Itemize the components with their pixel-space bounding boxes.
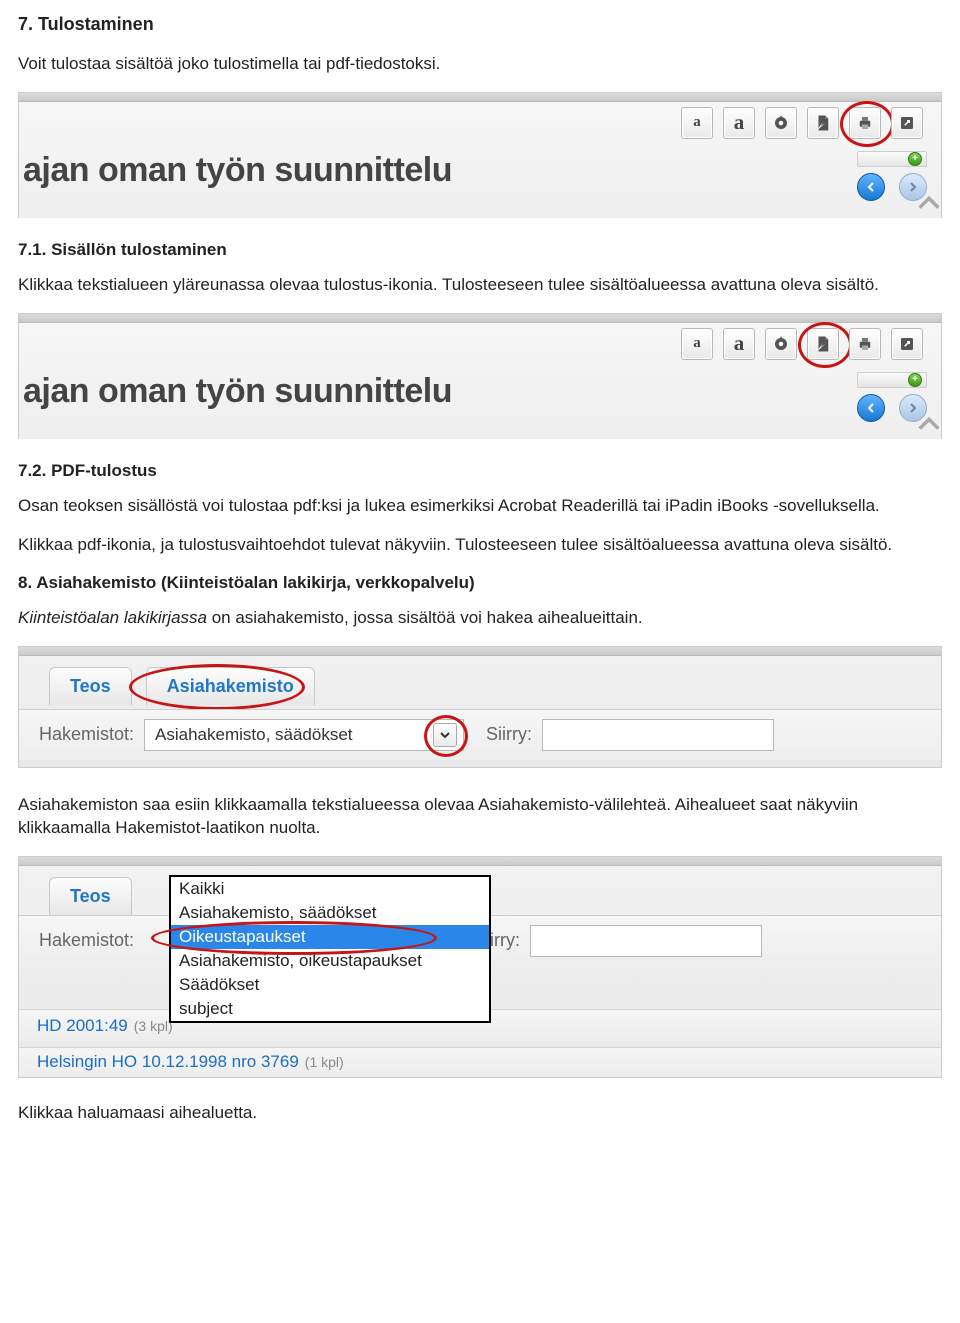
expand-icon[interactable]	[891, 328, 923, 360]
screenshot-pdf-toolbar: a a ajan oman työn suunnittelu +	[18, 313, 942, 439]
font-decrease-button[interactable]: a	[681, 107, 713, 139]
dropdown-option[interactable]: Asiahakemisto, oikeustapaukset	[171, 949, 489, 973]
heading-8: 8. Asiahakemisto (Kiinteistöalan lakikir…	[18, 573, 942, 593]
screenshot-dropdown-open: Teos Hakemistot: Siirry: Kaikki Asiahake…	[18, 856, 942, 1078]
dropdown-option[interactable]: Kaikki	[171, 877, 489, 901]
sec7-intro: Voit tulostaa sisältöä joko tulostimella…	[18, 53, 942, 76]
dropdown-option[interactable]: subject	[171, 997, 489, 1021]
pdf-icon[interactable]	[807, 328, 839, 360]
tab-teos[interactable]: Teos	[49, 667, 132, 705]
print-icon[interactable]	[849, 107, 881, 139]
tab-asiahakemisto[interactable]: Asiahakemisto	[146, 667, 315, 705]
content-heading: ajan oman työn suunnittelu	[23, 372, 452, 411]
heading-7-1: 7.1. Sisällön tulostaminen	[18, 240, 942, 260]
print-icon[interactable]	[849, 328, 881, 360]
sec71-p: Klikkaa tekstialueen yläreunassa olevaa …	[18, 274, 942, 297]
sec72-p2: Klikkaa pdf-ikonia, ja tulostusvaihtoehd…	[18, 534, 942, 557]
hakemistot-label: Hakemistot:	[39, 724, 134, 745]
sec8-p3: Klikkaa haluamaasi aihealuetta.	[18, 1102, 942, 1125]
add-icon[interactable]: +	[908, 152, 922, 166]
heading-7: 7. Tulostaminen	[18, 14, 942, 35]
sec8-p1-em: Kiinteistöalan lakikirjassa	[18, 608, 207, 627]
sec8-p1: Kiinteistöalan lakikirjassa on asiahakem…	[18, 607, 942, 630]
heading-7-2: 7.2. PDF-tulostus	[18, 461, 942, 481]
refresh-icon[interactable]	[765, 107, 797, 139]
hakemistot-label: Hakemistot:	[39, 930, 134, 951]
dropdown-option[interactable]: Säädökset	[171, 973, 489, 997]
dropdown-option-selected[interactable]: Oikeustapaukset	[171, 925, 489, 949]
font-increase-button[interactable]: a	[723, 328, 755, 360]
result-row[interactable]: Helsingin HO 10.12.1998 nro 3769(1 kpl)	[19, 1047, 941, 1076]
chevron-down-icon[interactable]	[433, 723, 457, 747]
font-decrease-button[interactable]: a	[681, 328, 713, 360]
hakemistot-value: Asiahakemisto, säädökset	[155, 725, 353, 745]
hakemistot-select[interactable]: Asiahakemisto, säädökset	[144, 719, 464, 751]
refresh-icon[interactable]	[765, 328, 797, 360]
siirry-input[interactable]	[542, 719, 774, 751]
add-icon[interactable]: +	[908, 373, 922, 387]
scroll-up-icon[interactable]	[915, 410, 942, 438]
siirry-input[interactable]	[530, 925, 762, 957]
screenshot-print-toolbar: a a ajan oman työn suunnittelu +	[18, 92, 942, 218]
siirry-label: Siirry:	[486, 724, 532, 745]
dropdown-option[interactable]: Asiahakemisto, säädökset	[171, 901, 489, 925]
hakemistot-dropdown[interactable]: Kaikki Asiahakemisto, säädökset Oikeusta…	[169, 875, 491, 1023]
pdf-icon[interactable]	[807, 107, 839, 139]
sec8-p2: Asiahakemiston saa esiin klikkaamalla te…	[18, 794, 942, 840]
font-increase-button[interactable]: a	[723, 107, 755, 139]
sec72-p1: Osan teoksen sisällöstä voi tulostaa pdf…	[18, 495, 942, 518]
content-heading: ajan oman työn suunnittelu	[23, 151, 452, 190]
expand-icon[interactable]	[891, 107, 923, 139]
sec8-p1-rest: on asiahakemisto, jossa sisältöä voi hak…	[207, 608, 643, 627]
tab-teos[interactable]: Teos	[49, 877, 132, 915]
scroll-up-icon[interactable]	[915, 189, 942, 217]
prev-arrow-icon[interactable]	[857, 394, 885, 422]
screenshot-asiahakemisto-tabs: Teos Asiahakemisto Hakemistot: Asiahakem…	[18, 646, 942, 768]
prev-arrow-icon[interactable]	[857, 173, 885, 201]
